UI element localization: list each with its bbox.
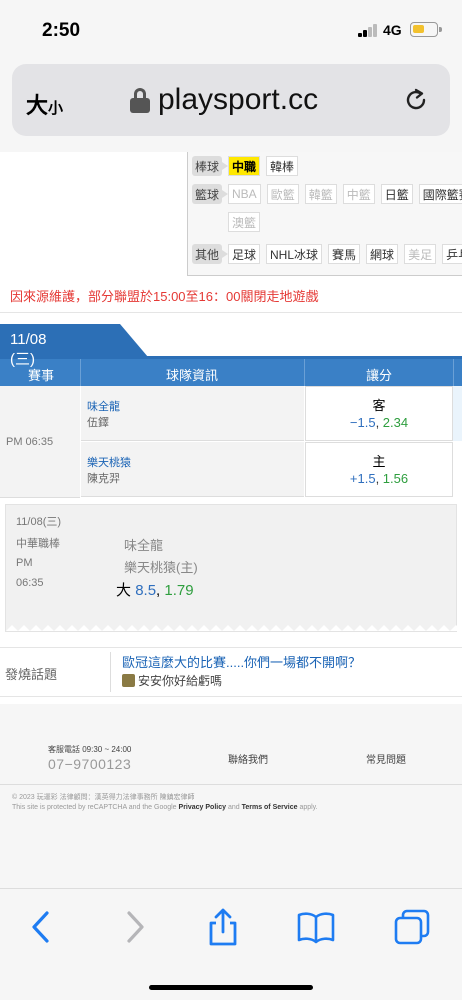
hot-topic: 發燒話題 歐冠這麼大的比賽.....你們一場都不開啊？ 安安你好給虧嗎 — [0, 647, 462, 697]
avatar — [122, 674, 135, 687]
copyright: © 2023 玩運彩 法律顧問：漢英得力法律事務所 陳鎮宏律師 — [12, 794, 195, 801]
table-edge — [453, 442, 462, 497]
faq-link[interactable]: 常見問題 — [366, 751, 406, 766]
ticket-edge — [6, 625, 458, 631]
table-edge — [453, 386, 462, 441]
sports-category-label: 棒球 — [192, 156, 228, 176]
hot-topic-link[interactable]: 歐冠這麼大的比賽.....你們一場都不開啊？ — [122, 652, 361, 671]
match-time: PM 06:35 — [6, 436, 54, 448]
home-team-cell: 樂天桃猿 陳克羿 — [81, 442, 304, 497]
sports-category-label: 其他 — [192, 244, 228, 264]
home-team-name[interactable]: 樂天桃猿 — [87, 454, 131, 470]
share-icon[interactable] — [203, 907, 243, 947]
lock-icon — [130, 88, 150, 114]
url-field[interactable]: 大小 playsport.cc — [12, 64, 450, 136]
ticket-league: 中華職棒 — [16, 538, 60, 550]
table-header: 賽事 球隊資訊 讓分 — [0, 359, 462, 386]
sport-link[interactable]: 日籃 — [380, 184, 413, 204]
home-side-label: 主 — [372, 454, 386, 469]
contact-link[interactable]: 聯絡我們 — [228, 751, 268, 766]
hot-topic-label: 發燒話題 — [5, 667, 58, 682]
sports-menu-row: 其他足球NHL冰球賽馬網球美足乒乓球E — [188, 242, 462, 266]
status-bar: 2:50 4G — [0, 0, 462, 56]
bookmarks-icon[interactable] — [296, 907, 336, 947]
home-indicator — [149, 985, 313, 990]
privacy-link[interactable]: Privacy Policy — [179, 804, 226, 811]
date-tab-label: 11/08 (三) — [10, 331, 47, 368]
sport-link[interactable]: 韓棒 — [266, 156, 299, 176]
ticket-time: 06:35 — [16, 577, 44, 589]
sport-link[interactable]: 中籃 — [342, 184, 375, 204]
match-row: PM 06:35 味全龍 伍鐸 客 −1.5, 2.34 樂天桃猿 陳克羿 主 … — [0, 386, 462, 498]
away-odds: −1.5, 2.34 — [349, 415, 409, 430]
browser-address-bar: 大小 playsport.cc — [0, 56, 462, 152]
cellular-signal-icon — [358, 24, 378, 37]
footer: 客服電話 09:30 ~ 24:00 07−9700123 聯絡我們 常見問題 … — [0, 704, 462, 888]
sports-menu-row: 棒球 中職 韓棒 — [188, 154, 299, 178]
service-phone[interactable]: 07−9700123 — [48, 756, 131, 772]
hot-topic-user[interactable]: 安安你好給虧嗎 — [122, 672, 222, 689]
network-type: 4G — [383, 22, 402, 38]
sport-link[interactable]: NBA — [228, 184, 261, 204]
prediction-ticket[interactable]: 11/08(三) 中華職棒 PM 06:35 味全龍 樂天桃猿(主) 大 8.5… — [5, 504, 458, 632]
away-side-label: 客 — [372, 398, 386, 413]
ticket-pick: 大 8.5, 1.79 — [116, 582, 194, 599]
browser-toolbar — [0, 888, 462, 1000]
ticket-team-2: 樂天桃猿(主) — [124, 560, 198, 575]
header-handicap: 讓分 — [366, 368, 393, 383]
status-time: 2:50 — [42, 20, 81, 41]
battery-icon — [410, 22, 442, 37]
home-odds: +1.5, 1.56 — [349, 471, 409, 486]
sport-link[interactable]: 中職 — [228, 156, 261, 176]
tabs-icon[interactable] — [392, 907, 432, 947]
sport-link[interactable]: 乒乓球E — [442, 244, 462, 264]
sport-link[interactable]: 歐籃 — [266, 184, 299, 204]
home-pitcher: 陳克羿 — [87, 473, 120, 485]
sport-link[interactable]: 韓籃 — [304, 184, 337, 204]
sport-link[interactable]: 國際籃賽E — [418, 184, 462, 204]
back-icon[interactable] — [22, 907, 62, 947]
sport-link[interactable]: 澳籃 — [228, 212, 261, 232]
home-handicap-cell[interactable]: 主 +1.5, 1.56 — [305, 442, 453, 497]
sport-link[interactable]: 賽馬 — [328, 244, 361, 264]
forward-icon[interactable] — [114, 907, 154, 947]
header-team-info: 球隊資訊 — [166, 368, 219, 383]
away-team-name[interactable]: 味全龍 — [87, 398, 120, 414]
sport-link[interactable]: 美足 — [404, 244, 437, 264]
reload-icon[interactable] — [402, 86, 430, 114]
hot-topic-username: 安安你好給虧嗎 — [138, 674, 223, 688]
away-handicap-cell[interactable]: 客 −1.5, 2.34 — [305, 386, 453, 441]
sport-link[interactable]: 網球 — [366, 244, 399, 264]
text-size-button[interactable]: 大小 — [26, 88, 63, 120]
service-hours: 客服電話 09:30 ~ 24:00 — [48, 745, 132, 754]
ticket-team-1: 味全龍 — [124, 538, 164, 553]
away-pitcher: 伍鐸 — [87, 417, 109, 429]
terms-link[interactable]: Terms of Service — [242, 804, 298, 811]
sports-category-label: 籃球 — [192, 184, 228, 204]
sport-link[interactable]: NHL冰球 — [266, 244, 323, 264]
away-team-cell: 味全龍 伍鐸 — [81, 386, 304, 441]
ticket-ampm: PM — [16, 557, 33, 569]
divider — [0, 312, 462, 313]
match-time-cell: PM 06:35 — [0, 386, 80, 498]
sports-menu-row: 澳籃 — [188, 210, 261, 234]
ticket-date: 11/08(三) — [16, 516, 62, 528]
web-page: 棒球中職韓棒籃球NBA歐籃韓籃中籃日籃國際籃賽E澳籃其他足球NHL冰球賽馬網球美… — [0, 152, 462, 888]
recaptcha-notice: This site is protected by reCAPTCHA and … — [12, 804, 318, 811]
sport-link[interactable]: 足球 — [228, 244, 261, 264]
maintenance-notice: 因來源維護，部分聯盟於15:00至16：00關閉走地遊戲 — [10, 289, 319, 304]
url-text[interactable]: playsport.cc — [158, 83, 318, 117]
sports-menu-row: 籃球NBA歐籃韓籃中籃日籃國際籃賽E — [188, 182, 462, 206]
sports-menu: 棒球中職韓棒籃球NBA歐籃韓籃中籃日籃國際籃賽E澳籃其他足球NHL冰球賽馬網球美… — [187, 152, 462, 276]
